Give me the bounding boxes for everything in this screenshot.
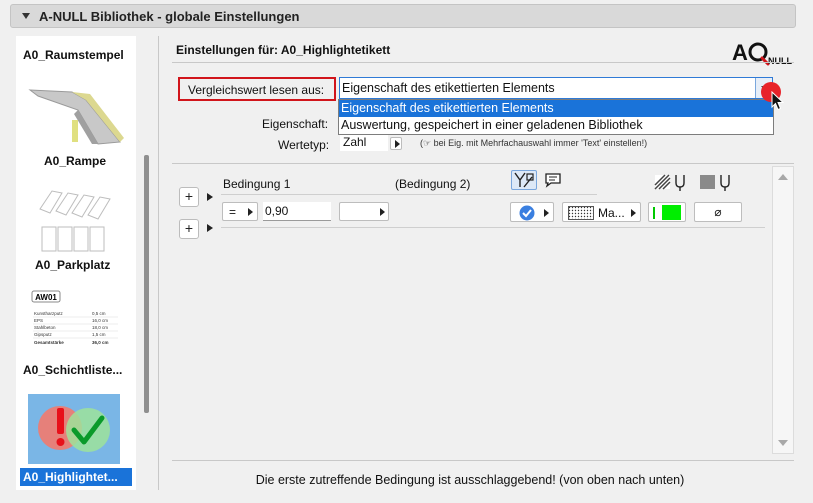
filter-tag-icon (514, 172, 534, 188)
svg-text:Gesamtstärke: Gesamtstärke (34, 340, 64, 345)
sidebar-item-raumstempel[interactable]: A0_Raumstempel (16, 36, 136, 66)
footer-divider (172, 460, 794, 461)
schichtliste-thumbnail-icon: AW01 Kunstharzputz 0,5 cm EPS 16,0 cm Stah… (31, 290, 118, 345)
read-from-dropdown-list[interactable]: Eigenschaft des etikettierten Elements A… (338, 99, 774, 135)
sidebar-item-rampe[interactable]: A0_Rampe (16, 76, 136, 171)
hatch-pen-icon[interactable] (654, 173, 690, 191)
value-type-hint: (☞ bei Eig. mit Mehrfachauswahl immer 'T… (420, 138, 648, 148)
check-circle-icon (519, 205, 535, 221)
add-condition-button[interactable]: + (179, 187, 199, 207)
read-from-select[interactable]: Eigenschaft des etikettierten Elements (339, 77, 773, 99)
svg-text:1,5 cm: 1,5 cm (92, 332, 106, 337)
property-label: Eigenschaft: (262, 117, 329, 131)
fill-pen-icon[interactable] (699, 173, 735, 191)
scroll-up-icon[interactable] (778, 174, 788, 180)
value-type-select[interactable]: Zahl (340, 135, 388, 151)
svg-text:36,0 cm: 36,0 cm (92, 340, 109, 345)
svg-text:18,0 cm: 18,0 cm (92, 325, 108, 330)
window-titlebar[interactable]: A-NULL Bibliothek - globale Einstellunge… (10, 4, 796, 28)
value-type-arrow-button[interactable] (390, 137, 402, 150)
read-from-value: Eigenschaft des etikettierten Elements (342, 81, 555, 95)
svg-text:Gipsputz: Gipsputz (34, 332, 53, 337)
sidebar-item-label: A0_Raumstempel (23, 48, 124, 62)
settings-panel: Einstellungen für: A0_Highlightetikett A… (166, 36, 798, 496)
sidebar-item-schichtliste[interactable]: AW01 Kunstharzputz 0,5 cm EPS 16,0 cm Stah… (16, 288, 136, 380)
condition-2-select[interactable] (339, 202, 389, 221)
collapse-triangle-icon[interactable] (22, 13, 30, 19)
fill-color-swatch (662, 205, 681, 220)
sidebar-item-label: A0_Rampe (44, 154, 107, 168)
material-pattern-icon (568, 206, 594, 220)
value-type-value: Zahl (343, 135, 367, 149)
triangle-right-icon (380, 208, 385, 216)
triangle-right-icon (544, 209, 549, 217)
fill-color-button[interactable] (648, 202, 686, 222)
rampe-thumbnail-icon (28, 89, 124, 145)
no-value-button[interactable]: ⌀ (694, 202, 742, 222)
condition-2-header: (Bedingung 2) (395, 177, 471, 191)
sidebar-item-highlightetikett[interactable] (28, 394, 120, 464)
condition-value: 0,90 (265, 204, 289, 218)
expand-row-icon[interactable] (207, 193, 213, 201)
triangle-right-icon (248, 208, 253, 216)
sidebar-object-list[interactable]: A0_Raumstempel A0_Rampe A0_Parkplatz AW0… (16, 36, 136, 490)
condition-value-input[interactable]: 0,90 (263, 202, 331, 221)
triangle-right-icon (631, 209, 636, 217)
svg-text:EPS: EPS (34, 318, 43, 323)
material-select[interactable]: Ma... (562, 202, 641, 222)
section-divider (172, 163, 794, 164)
speech-bubble-icon[interactable] (544, 172, 562, 188)
material-label: Ma... (598, 206, 625, 220)
read-from-label: Vergleichswert lesen aus: (178, 77, 336, 101)
highlight-thumbnail-icon (38, 406, 110, 452)
dropdown-option-library-evaluation[interactable]: Auswertung, gespeichert in einer geladen… (339, 117, 773, 134)
mouse-cursor-icon (771, 91, 785, 111)
row-divider (221, 227, 765, 228)
scroll-down-icon[interactable] (778, 440, 788, 446)
parkplatz-thumbnail-icon (39, 190, 111, 252)
header-divider (172, 62, 794, 63)
panel-divider (158, 36, 159, 490)
filter-toggle-button[interactable] (511, 170, 537, 190)
conditions-scrollbar[interactable] (772, 166, 794, 454)
expand-row-icon[interactable] (207, 224, 213, 232)
sidebar-item-label-selected[interactable]: A0_Highlightet... (20, 468, 132, 486)
svg-text:NULL: NULL (768, 56, 792, 66)
highlight-toggle-select[interactable] (510, 202, 554, 222)
condition-1-header: Bedingung 1 (223, 177, 291, 191)
sidebar-item-label: A0_Schichtliste... (23, 363, 123, 377)
pen-color-icon (653, 207, 655, 219)
operator-select[interactable]: = (222, 202, 258, 221)
operator-value: = (229, 205, 237, 219)
value-type-label: Wertetyp: (278, 138, 330, 152)
svg-text:Stahlbeton: Stahlbeton (34, 325, 56, 330)
svg-text:Kunstharzputz: Kunstharzputz (34, 311, 64, 316)
add-condition-button[interactable]: + (179, 219, 199, 239)
dropdown-option-element-property[interactable]: Eigenschaft des etikettierten Elements (339, 100, 773, 117)
sidebar-scrollbar[interactable] (144, 155, 149, 413)
sidebar-item-parkplatz[interactable]: A0_Parkplatz (16, 181, 136, 276)
schicht-code: AW01 (35, 293, 57, 302)
window-title: A-NULL Bibliothek - globale Einstellunge… (39, 8, 300, 24)
sidebar-item-label: A0_Parkplatz (35, 258, 111, 272)
footer-note: Die erste zutreffende Bedingung ist auss… (255, 473, 685, 487)
svg-text:16,0 cm: 16,0 cm (92, 318, 108, 323)
row-divider (221, 194, 597, 195)
empty-set-icon: ⌀ (714, 205, 722, 219)
svg-text:0,5 cm: 0,5 cm (92, 311, 106, 316)
settings-header: Einstellungen für: A0_Highlightetikett (176, 43, 391, 57)
triangle-right-icon (395, 140, 400, 148)
